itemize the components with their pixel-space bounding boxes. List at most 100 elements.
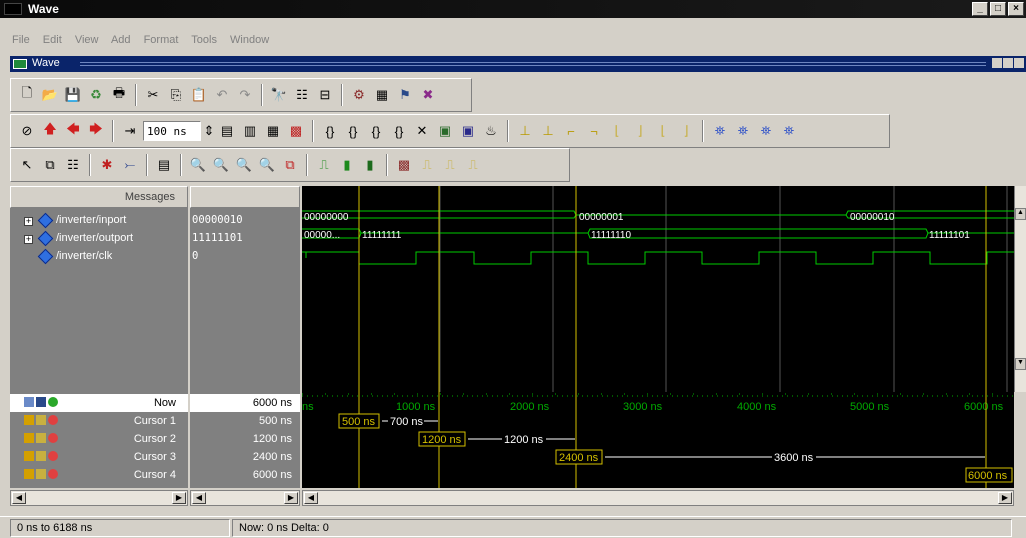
wave-display-a-icon[interactable]: ⎍ xyxy=(314,155,334,175)
debug-icon[interactable]: ⚑ xyxy=(395,85,415,105)
undo-icon[interactable]: ↶ xyxy=(212,85,232,105)
scroll-right-arrow[interactable]: ▶ xyxy=(284,492,298,504)
cursor-row[interactable]: Cursor 2 xyxy=(10,430,188,448)
messages-header[interactable]: Messages xyxy=(10,186,188,208)
wave-add-icon[interactable]: ✱ xyxy=(97,155,117,175)
paste-icon[interactable]: 📋 xyxy=(189,85,209,105)
zoom-last-icon[interactable]: ⧉ xyxy=(280,155,300,175)
scroll-left-arrow[interactable]: ◀ xyxy=(12,492,26,504)
run-icon[interactable]: ▤ xyxy=(217,121,237,141)
bookmark-add-icon[interactable]: ⛯ xyxy=(733,121,753,141)
step-over-icon[interactable]: {} xyxy=(343,121,363,141)
hierarchy-icon[interactable]: ☷ xyxy=(292,85,312,105)
wave-insert-icon[interactable]: ⤚ xyxy=(120,155,140,175)
maximize-button[interactable]: □ xyxy=(990,2,1006,16)
new-icon[interactable]: 🗋 xyxy=(17,85,37,105)
reload-icon[interactable]: ♻ xyxy=(86,85,106,105)
scroll-right-arrow[interactable]: ▶ xyxy=(998,492,1012,504)
collapse-icon[interactable]: ⊟ xyxy=(315,85,335,105)
cursor-row[interactable]: Cursor 4 xyxy=(10,466,188,484)
values-hscrollbar[interactable]: ◀ ▶ xyxy=(190,490,300,506)
edge-a-icon[interactable]: ⌊ xyxy=(607,121,627,141)
signal-row[interactable]: + /inverter/inport xyxy=(10,212,188,230)
cursor-delete-icon[interactable]: ⊥ xyxy=(538,121,558,141)
wave-display-c-icon[interactable]: ▮ xyxy=(360,155,380,175)
prev-edge-icon[interactable]: ⌐ xyxy=(561,121,581,141)
redo-icon[interactable]: ↷ xyxy=(235,85,255,105)
menu-add[interactable]: Add xyxy=(111,34,131,46)
expand-icon[interactable]: + xyxy=(24,235,33,244)
menu-tools[interactable]: Tools xyxy=(191,34,217,46)
step-back-icon[interactable]: {} xyxy=(389,121,409,141)
scroll-left-arrow[interactable]: ◀ xyxy=(304,492,318,504)
break-icon[interactable]: ✖ xyxy=(418,85,438,105)
names-hscrollbar[interactable]: ◀ ▶ xyxy=(10,490,188,506)
menu-window[interactable]: Window xyxy=(230,34,269,46)
continue-icon[interactable]: ▥ xyxy=(240,121,260,141)
dataflow-icon[interactable]: ▣ xyxy=(435,121,455,141)
step-icon[interactable]: {} xyxy=(320,121,340,141)
minimize-button[interactable]: _ xyxy=(972,2,988,16)
print-icon[interactable]: 🖶 xyxy=(109,85,129,105)
cursor-row[interactable]: Cursor 1 xyxy=(10,412,188,430)
find-icon[interactable]: 🔭 xyxy=(269,85,289,105)
menu-file[interactable]: File xyxy=(12,34,30,46)
run-length-spinner[interactable]: ⇕ xyxy=(204,121,215,141)
values-header[interactable] xyxy=(190,186,300,208)
run-all-icon[interactable]: ▦ xyxy=(263,121,283,141)
edit-mode-icon[interactable]: ☷ xyxy=(63,155,83,175)
save-icon[interactable]: 💾 xyxy=(63,85,83,105)
menu-format[interactable]: Format xyxy=(144,34,179,46)
back-icon[interactable]: 🡄 xyxy=(63,121,83,141)
scroll-down-arrow[interactable]: ▼ xyxy=(1015,358,1026,370)
wave-hscrollbar[interactable]: ◀ ▶ xyxy=(302,490,1014,506)
edge-c-icon[interactable]: ⌊ xyxy=(653,121,673,141)
wave-style-b-icon[interactable]: ⎍ xyxy=(417,155,437,175)
open-icon[interactable]: 📂 xyxy=(40,85,60,105)
zoom-mode-icon[interactable]: ⧉ xyxy=(40,155,60,175)
wave-style-a-icon[interactable]: ▩ xyxy=(394,155,414,175)
forward-icon[interactable]: 🡆 xyxy=(86,121,106,141)
stop-icon[interactable]: ✕ xyxy=(412,121,432,141)
undock-button[interactable] xyxy=(992,58,1002,68)
cursor-timeline-pane[interactable]: ns 1000 ns 2000 ns 3000 ns 4000 ns 5000 … xyxy=(302,392,1014,488)
zoom-cursor-icon[interactable]: 🔍 xyxy=(257,155,277,175)
wave-compare-icon[interactable]: ▤ xyxy=(154,155,174,175)
close-button[interactable]: × xyxy=(1008,2,1024,16)
edge-b-icon[interactable]: ⌋ xyxy=(630,121,650,141)
scroll-left-arrow[interactable]: ◀ xyxy=(192,492,206,504)
bookmark-go-icon[interactable]: ⛯ xyxy=(779,121,799,141)
profile-icon[interactable]: ♨ xyxy=(481,121,501,141)
compile-icon[interactable]: ⚙ xyxy=(349,85,369,105)
schematic-icon[interactable]: ▣ xyxy=(458,121,478,141)
now-row[interactable]: Now xyxy=(10,394,188,412)
expand-icon[interactable]: + xyxy=(24,217,33,226)
restart-icon[interactable]: ⊘ xyxy=(17,121,37,141)
break-sim-icon[interactable]: ▩ xyxy=(286,121,306,141)
zoom-out-icon[interactable]: 🔍 xyxy=(211,155,231,175)
scroll-up-arrow[interactable]: ▲ xyxy=(1015,208,1026,220)
cut-icon[interactable]: ✂ xyxy=(143,85,163,105)
bookmark-edit-icon[interactable]: ⛯ xyxy=(756,121,776,141)
run-up-icon[interactable]: 🡅 xyxy=(40,121,60,141)
bookmark-icon[interactable]: ⛯ xyxy=(710,121,730,141)
cursor-row[interactable]: Cursor 3 xyxy=(10,448,188,466)
run-length-input[interactable] xyxy=(143,121,201,141)
close-subwindow-button[interactable] xyxy=(1014,58,1024,68)
copy-icon[interactable]: ⎘ xyxy=(166,85,186,105)
zoom-window-button[interactable] xyxy=(1003,58,1013,68)
signal-row[interactable]: /inverter/clk xyxy=(10,248,188,266)
memory-icon[interactable]: ▦ xyxy=(372,85,392,105)
scroll-right-arrow[interactable]: ▶ xyxy=(172,492,186,504)
signal-row[interactable]: + /inverter/outport xyxy=(10,230,188,248)
cursor-add-icon[interactable]: ⊥ xyxy=(515,121,535,141)
next-edge-icon[interactable]: ¬ xyxy=(584,121,604,141)
menu-view[interactable]: View xyxy=(75,34,99,46)
waveform-pane[interactable]: 00000000 00000001 00000010 00000... 1111… xyxy=(302,186,1014,392)
vertical-scrollbar[interactable]: ▲ ▼ xyxy=(1014,186,1026,392)
zoom-in-icon[interactable]: 🔍 xyxy=(188,155,208,175)
wave-display-b-icon[interactable]: ▮ xyxy=(337,155,357,175)
run-length-icon[interactable]: ⇥ xyxy=(120,121,140,141)
step-out-icon[interactable]: {} xyxy=(366,121,386,141)
edge-d-icon[interactable]: ⌋ xyxy=(676,121,696,141)
